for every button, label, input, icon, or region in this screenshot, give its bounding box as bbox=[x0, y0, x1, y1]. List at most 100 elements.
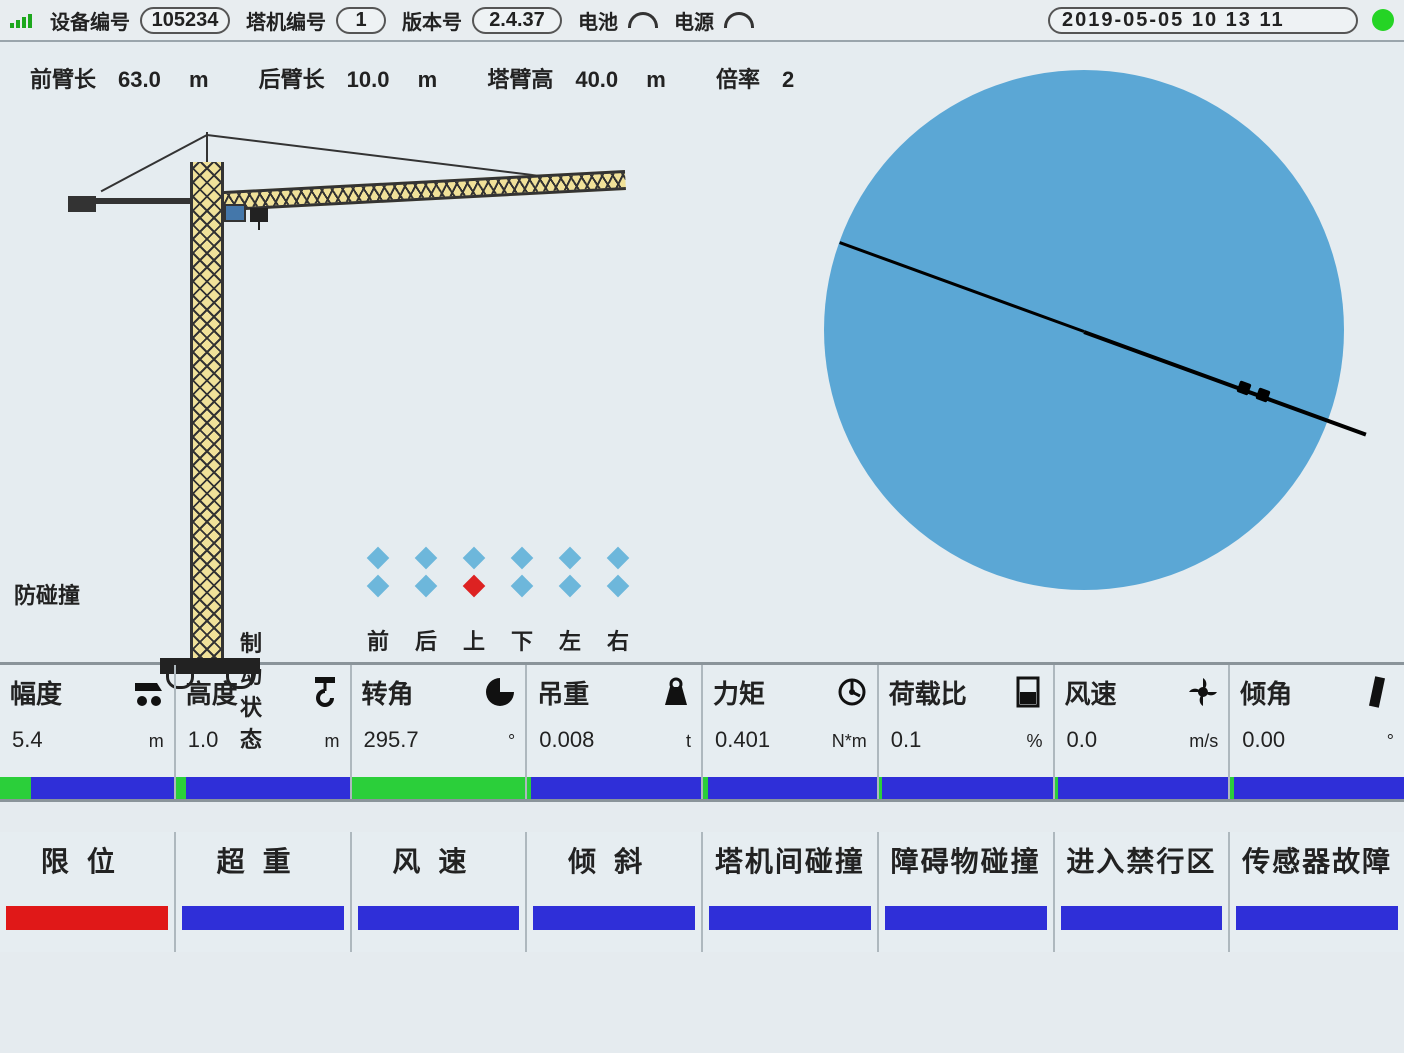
moment-icon bbox=[835, 675, 869, 709]
alarm-cell: 进入禁行区 bbox=[1055, 832, 1231, 952]
metric-value: 1.0 bbox=[188, 727, 219, 753]
brake-indicator-icon bbox=[367, 547, 390, 570]
alarm-bar bbox=[533, 906, 695, 930]
metric-value: 0.008 bbox=[539, 727, 594, 753]
anti-collision-label: 防碰撞 bbox=[14, 578, 80, 610]
metric-label: 转角 bbox=[362, 674, 414, 711]
device-id-label: 设备编号 bbox=[50, 6, 130, 35]
alarm-bar bbox=[1236, 906, 1398, 930]
metric-hook: 高度 1.0 m bbox=[176, 665, 352, 799]
signal-icon bbox=[10, 12, 34, 28]
load-icon bbox=[1011, 675, 1045, 709]
alarm-bar bbox=[1061, 906, 1223, 930]
metric-label: 吊重 bbox=[537, 674, 589, 711]
trolley-icon bbox=[132, 675, 166, 709]
metric-label: 力矩 bbox=[713, 674, 765, 711]
alarm-cell: 倾斜 bbox=[527, 832, 703, 952]
alarm-cell: 超重 bbox=[176, 832, 352, 952]
alarm-label: 传感器故障 bbox=[1238, 840, 1396, 880]
brake-direction-label: 右 bbox=[607, 624, 629, 656]
metric-label: 倾角 bbox=[1240, 674, 1292, 711]
brake-indicator-icon bbox=[367, 575, 390, 598]
hook-icon bbox=[308, 675, 342, 709]
alarm-label: 倾斜 bbox=[535, 840, 693, 880]
power-label: 电源 bbox=[674, 6, 714, 35]
alarms-row: 限位 超重 风速 倾斜 塔机间碰撞 障碍物碰撞 进入禁行区 传感器故障 bbox=[0, 832, 1404, 952]
metric-label: 荷载比 bbox=[889, 674, 967, 711]
metric-bar bbox=[703, 777, 877, 799]
metric-unit: m bbox=[325, 731, 340, 752]
alarm-bar bbox=[885, 906, 1047, 930]
brake-direction-label: 后 bbox=[415, 624, 437, 656]
main-visual-area: 前臂长63.0 m 后臂长10.0 m 塔臂高40.0 m 倍率2 防碰撞 制动… bbox=[0, 42, 1404, 662]
brake-indicator-icon bbox=[415, 575, 438, 598]
counterweight-icon bbox=[68, 196, 96, 212]
alarm-cell: 传感器故障 bbox=[1230, 832, 1404, 952]
metric-bar bbox=[0, 777, 174, 799]
metric-unit: m bbox=[149, 731, 164, 752]
alarm-cell: 限位 bbox=[0, 832, 176, 952]
battery-gauge-icon bbox=[628, 12, 658, 28]
brake-indicator-icon bbox=[511, 575, 534, 598]
metric-moment: 力矩 0.401 N*m bbox=[703, 665, 879, 799]
metric-unit: m/s bbox=[1189, 731, 1218, 752]
brake-direction-label: 上 bbox=[463, 624, 485, 656]
status-led-icon bbox=[1372, 9, 1394, 31]
metric-bar bbox=[527, 777, 701, 799]
alarm-bar bbox=[709, 906, 871, 930]
metric-label: 风速 bbox=[1065, 674, 1117, 711]
arm-info-line: 前臂长63.0 m 后臂长10.0 m 塔臂高40.0 m 倍率2 bbox=[30, 62, 838, 94]
alarm-label: 障碍物碰撞 bbox=[887, 840, 1045, 880]
metric-tilt: 倾角 0.00 ° bbox=[1230, 665, 1404, 799]
brake-direction-label: 前 bbox=[367, 624, 389, 656]
alarm-label: 风速 bbox=[360, 840, 518, 880]
alarm-label: 进入禁行区 bbox=[1063, 840, 1221, 880]
brake-indicator-icon bbox=[607, 575, 630, 598]
mast-icon bbox=[190, 162, 224, 662]
battery-label: 电池 bbox=[578, 6, 618, 35]
metric-unit: N*m bbox=[832, 731, 867, 752]
metric-label: 幅度 bbox=[10, 674, 62, 711]
metric-value: 5.4 bbox=[12, 727, 43, 753]
alarm-cell: 风速 bbox=[352, 832, 528, 952]
radar-jib-arm bbox=[1083, 330, 1366, 436]
alarm-cell: 障碍物碰撞 bbox=[879, 832, 1055, 952]
version-label: 版本号 bbox=[402, 6, 462, 35]
metric-unit: ° bbox=[508, 731, 515, 752]
brake-indicator-icon bbox=[559, 547, 582, 570]
brake-direction-label: 左 bbox=[559, 624, 581, 656]
metric-value: 0.00 bbox=[1242, 727, 1285, 753]
alarm-bar bbox=[358, 906, 520, 930]
alarm-bar bbox=[182, 906, 344, 930]
metric-unit: t bbox=[686, 731, 691, 752]
datetime-display: 2019-05-05 10 13 11 bbox=[1048, 7, 1358, 34]
metric-load: 荷载比 0.1 % bbox=[879, 665, 1055, 799]
brake-indicator-icon bbox=[559, 575, 582, 598]
slewing-radar bbox=[824, 70, 1344, 590]
jib-icon bbox=[205, 170, 625, 212]
metric-bar bbox=[1230, 777, 1404, 799]
radar-counter-arm bbox=[839, 241, 1084, 333]
metric-value: 295.7 bbox=[364, 727, 419, 753]
crane-no-value: 1 bbox=[336, 7, 386, 34]
weight-icon bbox=[659, 675, 693, 709]
metric-trolley: 幅度 5.4 m bbox=[0, 665, 176, 799]
metric-value: 0.0 bbox=[1067, 727, 1098, 753]
metric-unit: ° bbox=[1387, 731, 1394, 752]
metric-angle: 转角 295.7 ° bbox=[352, 665, 528, 799]
alarm-cell: 塔机间碰撞 bbox=[703, 832, 879, 952]
brake-direction-label: 下 bbox=[511, 624, 533, 656]
brake-indicator-icon bbox=[607, 547, 630, 570]
metric-bar bbox=[176, 777, 350, 799]
brake-indicator-icon bbox=[463, 575, 486, 598]
alarm-label: 塔机间碰撞 bbox=[711, 840, 869, 880]
metric-bar bbox=[879, 777, 1053, 799]
brake-indicator-icon bbox=[511, 547, 534, 570]
operator-cab-icon bbox=[224, 204, 246, 222]
crane-no-label: 塔机编号 bbox=[246, 6, 326, 35]
tilt-icon bbox=[1362, 675, 1396, 709]
device-id-value: 105234 bbox=[140, 7, 230, 34]
brake-indicator-icon bbox=[415, 547, 438, 570]
metrics-row: 幅度 5.4 m 高度 1.0 m 转角 295.7 ° bbox=[0, 662, 1404, 802]
header-bar: 设备编号 105234 塔机编号 1 版本号 2.4.37 电池 电源 2019… bbox=[0, 0, 1404, 42]
